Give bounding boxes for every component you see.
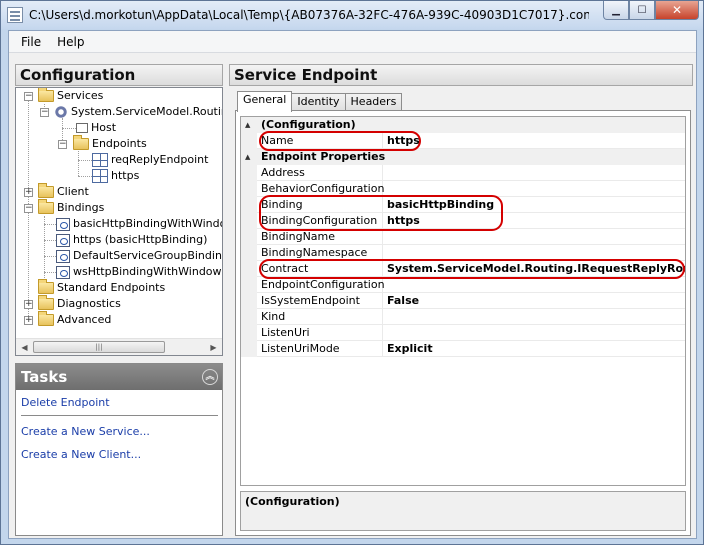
folder-icon	[38, 199, 54, 214]
app-window: C:\Users\d.morkotun\AppData\Local\Temp\{…	[0, 0, 704, 545]
category-endpoint-properties[interactable]: ▲ Endpoint Properties	[241, 149, 685, 165]
endpoint-icon	[92, 153, 108, 167]
window-title: C:\Users\d.morkotun\AppData\Local\Temp\{…	[29, 8, 589, 22]
tree-item-host[interactable]: Host	[76, 120, 116, 136]
property-description: (Configuration)	[240, 491, 686, 531]
property-row-kind[interactable]: Kind	[241, 309, 685, 325]
collapse-triangle-icon[interactable]: ▲	[245, 121, 253, 129]
property-row-binding-namespace[interactable]: BindingNamespace	[241, 245, 685, 261]
category-configuration[interactable]: ▲ (Configuration)	[241, 117, 685, 133]
maximize-icon: ☐	[637, 4, 647, 16]
endpoint-icon	[92, 169, 108, 183]
bindings-collapse-toggle[interactable]: −	[24, 204, 33, 213]
collapse-triangle-icon[interactable]: ▲	[245, 153, 253, 161]
folder-icon	[38, 295, 54, 310]
binding-icon	[56, 249, 70, 263]
tasks-divider	[21, 415, 218, 416]
folder-icon	[73, 135, 89, 150]
menu-file[interactable]: File	[13, 33, 49, 51]
property-row-endpoint-configuration[interactable]: EndpointConfiguration	[241, 277, 685, 293]
maximize-button[interactable]: ☐	[629, 1, 655, 20]
property-row-is-system-endpoint[interactable]: IsSystemEndpoint False	[241, 293, 685, 309]
tab-strip: General Identity Headers	[237, 91, 403, 112]
folder-icon	[38, 183, 54, 198]
tree-item-standard-endpoints[interactable]: Standard Endpoints	[38, 279, 165, 296]
configuration-header: Configuration	[15, 64, 223, 86]
left-pane: Configuration − Services − System.Servic…	[15, 64, 223, 536]
collapse-chevron-icon[interactable]: ︽	[202, 369, 218, 385]
property-row-binding-name[interactable]: BindingName	[241, 229, 685, 245]
scroll-left-arrow-icon[interactable]: ◀	[17, 341, 32, 354]
tab-general[interactable]: General	[237, 91, 293, 112]
folder-icon	[38, 88, 54, 102]
binding-icon	[56, 217, 70, 231]
tree-item-service[interactable]: System.ServiceModel.Routing....	[54, 104, 222, 120]
minimize-icon: ▁	[612, 4, 620, 16]
service-gear-icon	[54, 105, 68, 119]
tree-item-binding-4[interactable]: wsHttpBindingWithWindowsAu	[56, 264, 222, 280]
advanced-expand-toggle[interactable]: +	[24, 316, 33, 325]
tree-item-endpoints[interactable]: Endpoints	[73, 135, 147, 152]
delete-endpoint-link[interactable]: Delete Endpoint	[21, 396, 110, 409]
property-row-behavior[interactable]: BehaviorConfiguration	[241, 181, 685, 197]
create-service-link[interactable]: Create a New Service...	[21, 425, 150, 438]
binding-icon	[56, 265, 70, 279]
tree-item-services[interactable]: Services	[38, 88, 103, 104]
service-endpoint-header: Service Endpoint	[229, 64, 693, 86]
property-grid[interactable]: ▲ (Configuration) Name https ▲ Endpoint …	[240, 116, 686, 486]
property-row-binding[interactable]: Binding basicHttpBinding	[241, 197, 685, 213]
host-icon	[76, 123, 88, 133]
property-row-contract[interactable]: Contract System.ServiceModel.Routing.IRe…	[241, 261, 685, 277]
tree-item-bindings[interactable]: Bindings	[38, 199, 104, 216]
tree-item-binding-1[interactable]: basicHttpBindingWithWindows	[56, 216, 222, 232]
scroll-right-arrow-icon[interactable]: ▶	[206, 341, 221, 354]
folder-icon	[38, 279, 54, 294]
menu-bar: File Help	[9, 31, 696, 53]
scroll-thumb[interactable]: |||	[33, 341, 165, 353]
tree-horizontal-scrollbar[interactable]: ◀ ||| ▶	[16, 338, 222, 355]
tree-item-binding-2[interactable]: https (basicHttpBinding)	[56, 232, 207, 248]
client-expand-toggle[interactable]: +	[24, 188, 33, 197]
right-pane: Service Endpoint General Identity Header…	[229, 64, 693, 536]
close-button[interactable]: ✕	[655, 1, 699, 20]
create-client-link[interactable]: Create a New Client...	[21, 448, 141, 461]
property-row-name[interactable]: Name https	[241, 133, 685, 149]
tab-identity[interactable]: Identity	[291, 93, 346, 111]
configuration-tree[interactable]: − Services − System.ServiceModel.Routing…	[15, 87, 223, 356]
tree-item-diagnostics[interactable]: Diagnostics	[38, 295, 121, 312]
tab-headers[interactable]: Headers	[344, 93, 403, 111]
property-row-binding-configuration[interactable]: BindingConfiguration https	[241, 213, 685, 229]
minimize-button[interactable]: ▁	[603, 1, 629, 20]
tasks-panel: Tasks ︽ Delete Endpoint Create a New Ser…	[15, 363, 223, 536]
general-tab-panel: ▲ (Configuration) Name https ▲ Endpoint …	[235, 110, 691, 536]
tasks-header: Tasks ︽	[16, 364, 222, 390]
binding-icon	[56, 233, 70, 247]
folder-icon	[38, 311, 54, 326]
endpoints-collapse-toggle[interactable]: −	[58, 140, 67, 149]
property-row-listen-uri[interactable]: ListenUri	[241, 325, 685, 341]
tree-item-advanced[interactable]: Advanced	[38, 311, 111, 328]
tree-item-client[interactable]: Client	[38, 183, 89, 200]
diagnostics-expand-toggle[interactable]: +	[24, 300, 33, 309]
app-icon	[7, 7, 23, 23]
tree-item-reqreplyendpoint[interactable]: reqReplyEndpoint	[92, 152, 208, 168]
property-row-listen-uri-mode[interactable]: ListenUriMode Explicit	[241, 341, 685, 357]
window-controls: ▁ ☐ ✕	[603, 1, 699, 21]
menu-help[interactable]: Help	[49, 33, 92, 51]
tree-item-https-endpoint[interactable]: https	[92, 168, 139, 184]
title-bar[interactable]: C:\Users\d.morkotun\AppData\Local\Temp\{…	[1, 1, 703, 29]
client-area: File Help Configuration − Services − Sys…	[8, 30, 697, 539]
close-icon: ✕	[671, 3, 683, 17]
services-collapse-toggle[interactable]: −	[24, 92, 33, 101]
service-collapse-toggle[interactable]: −	[40, 108, 49, 117]
property-row-address[interactable]: Address	[241, 165, 685, 181]
tree-item-binding-3[interactable]: DefaultServiceGroupBinding (n	[56, 248, 222, 264]
